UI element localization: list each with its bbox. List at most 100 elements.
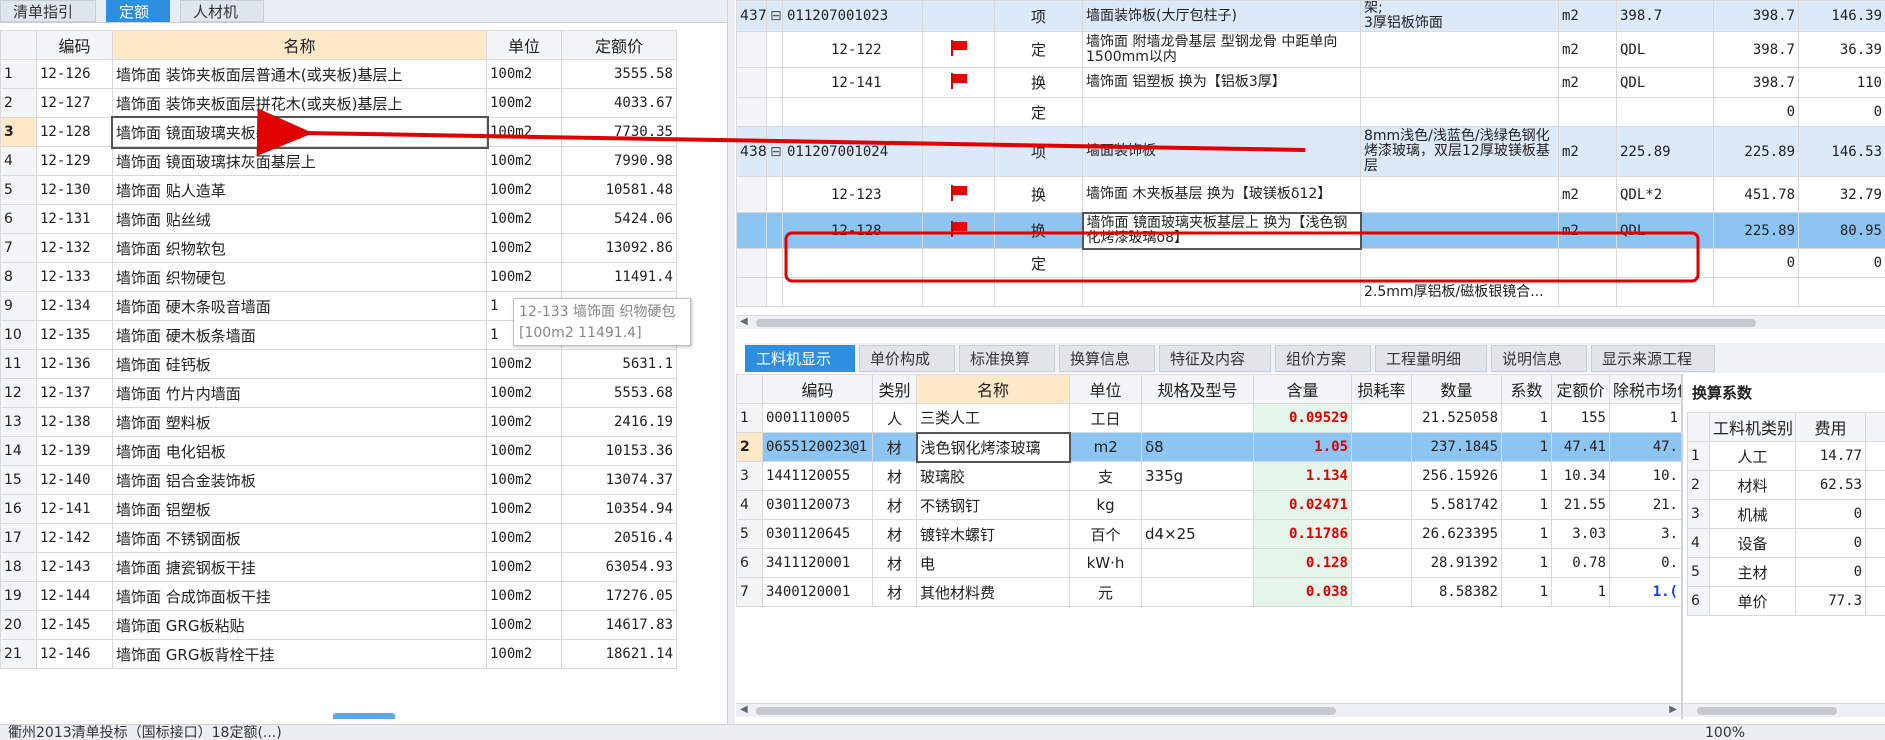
quota-row[interactable]: 15 12-140 墙饰面 铝合金装饰板 100m2 13074.37: [0, 465, 677, 495]
tab-pricing-scheme[interactable]: 组价方案: [1275, 345, 1371, 372]
row-number[interactable]: 2: [736, 432, 763, 462]
row-number[interactable]: 12: [0, 378, 37, 408]
row-number[interactable]: 1: [0, 59, 37, 89]
mat-market-price[interactable]: 1.(: [1609, 577, 1682, 607]
quota-row[interactable]: 14 12-139 墙饰面 电化铝板 100m2 10153.36: [0, 436, 677, 466]
splitter-handle[interactable]: [333, 713, 395, 719]
quota-row[interactable]: 6 12-131 墙饰面 贴丝绒 100m2 5424.06: [0, 204, 677, 234]
material-row[interactable]: 2 0655120023@1 材浅色钢化烤漆玻璃 m2 δ8 1.05 237.1845 1 4…: [736, 431, 1682, 463]
row-number[interactable]: 16: [0, 494, 37, 524]
coef-scroll-thumb[interactable]: [1697, 707, 1837, 715]
row-number[interactable]: 3: [0, 117, 37, 147]
mat-market-price[interactable]: 0.: [1609, 548, 1682, 578]
quota-row[interactable]: 1 12-126 墙饰面 装饰夹板面层普通木(或夹板)基层上 100m2 3555.58: [0, 59, 677, 89]
quota-row[interactable]: 18 12-143 墙饰面 搪瓷钢板干挂 100m2 63054.93: [0, 552, 677, 582]
tab-source-project[interactable]: 显示来源工程: [1591, 345, 1715, 372]
bill-quota-row[interactable]: 12-128 换墙饰面 镜面玻璃夹板基层上 换为【浅色钢化烤漆玻璃δ8】 m2 QDL…: [736, 211, 1885, 250]
bill-seq[interactable]: [736, 31, 767, 68]
status-zoom[interactable]: 100%: [1705, 725, 1745, 740]
quota-row[interactable]: 5 12-130 墙饰面 贴人造革 100m2 10581.48: [0, 175, 677, 205]
expand-toggle-icon[interactable]: ⊟: [766, 126, 783, 177]
row-number[interactable]: 6: [736, 548, 763, 578]
mat-col-spec[interactable]: 规格及型号: [1141, 374, 1254, 404]
mat-col-price[interactable]: 定额价: [1551, 374, 1610, 404]
row-number[interactable]: 6: [0, 204, 37, 234]
bill-seq[interactable]: [736, 67, 767, 98]
bill-seq[interactable]: [736, 248, 767, 278]
quota-row[interactable]: 16 12-141 墙饰面 铝塑板 100m2 10354.94: [0, 494, 677, 524]
col-unit[interactable]: 单位: [486, 30, 562, 60]
tab-notes[interactable]: 说明信息: [1491, 345, 1587, 372]
tab-quota[interactable]: 定额: [106, 0, 170, 22]
bill-item-row[interactable]: 438 ⊟ 011207001024 项墙面装饰板 8mm浅色/浅蓝色/浅绿色钢化烤漆玻…: [736, 126, 1885, 177]
material-row[interactable]: 5 0301120645 材镀锌木螺钉 百个 d4×25 0.11786 26.623395…: [736, 519, 1682, 549]
row-number[interactable]: 15: [0, 465, 37, 495]
row-number[interactable]: 14: [0, 436, 37, 466]
coef-row[interactable]: 6 单价 77.3: [1687, 586, 1885, 616]
mat-col-market[interactable]: 除税市场价: [1609, 374, 1682, 404]
quota-row[interactable]: 2 12-127 墙饰面 装饰夹板面层拼花木(或夹板)基层上 100m2 4033.67: [0, 88, 677, 118]
row-number[interactable]: 19: [0, 581, 37, 611]
col-code[interactable]: 编码: [36, 30, 113, 60]
row-number[interactable]: 5: [0, 175, 37, 205]
tab-labor-material[interactable]: 人材机: [180, 0, 264, 22]
mat-content[interactable]: 1.134: [1253, 461, 1352, 491]
coef-row[interactable]: 1 人工 14.77: [1687, 441, 1885, 471]
mat-content[interactable]: 0.02471: [1253, 490, 1352, 520]
row-number[interactable]: 20: [0, 610, 37, 640]
row-number[interactable]: 3: [736, 461, 763, 491]
coef-row[interactable]: 5 主材 0: [1687, 557, 1885, 587]
bill-quota-row[interactable]: 2.5mm厚铝板/磁板银镜合...: [736, 277, 1885, 307]
row-number[interactable]: 17: [0, 523, 37, 553]
tab-std-conversion[interactable]: 标准换算: [959, 345, 1055, 372]
mat-content[interactable]: 0.038: [1253, 577, 1352, 607]
material-row[interactable]: 3 1441120055 材玻璃胶支 335g 1.134 256.15926 1 10.34…: [736, 461, 1682, 491]
row-number[interactable]: 9: [0, 291, 37, 321]
bill-seq[interactable]: [736, 277, 767, 307]
quota-row[interactable]: 19 12-144 墙饰面 合成饰面板干挂 100m2 17276.05: [0, 581, 677, 611]
bill-quota-row[interactable]: 12-141 换墙饰面 铝塑板 换为【铝板3厚】 m2 QDL 398.7 110: [736, 67, 1885, 98]
mat-market-price[interactable]: 10.: [1609, 461, 1682, 491]
material-row[interactable]: 4 0301120073 材不锈钢钉 kg 0.02471 5.581742 1 21.55 2…: [736, 490, 1682, 520]
row-number[interactable]: 10: [0, 320, 37, 350]
bill-quota-row[interactable]: 12-123 换墙饰面 木夹板基层 换为【玻镁板δ12】 m2 QDL*2 451.78…: [736, 176, 1885, 213]
scroll-thumb[interactable]: [756, 319, 1756, 327]
quota-row[interactable]: 3 12-128 墙饰面 镜面玻璃夹板基层上 100m2 7730.35: [0, 115, 677, 149]
material-row[interactable]: 6 3411120001 材电 kW·h 0.128 28.91392 1 0.78 0.: [736, 548, 1682, 578]
mat-col-coef[interactable]: 系数: [1501, 374, 1552, 404]
row-number[interactable]: 4: [0, 146, 37, 176]
coef-col-cat[interactable]: 工料机类别: [1709, 412, 1796, 442]
tab-features[interactable]: 特征及内容: [1159, 345, 1271, 372]
mat-scroll-left-arrow[interactable]: ◀: [740, 704, 748, 715]
tab-conversion-info[interactable]: 换算信息: [1059, 345, 1155, 372]
mat-market-price[interactable]: 47.: [1609, 432, 1682, 462]
mat-col-code[interactable]: 编码: [762, 374, 873, 404]
mat-content[interactable]: 0.128: [1253, 548, 1352, 578]
mat-content[interactable]: 0.11786: [1253, 519, 1352, 549]
row-number[interactable]: 11: [0, 349, 37, 379]
bill-item-row[interactable]: 437 ⊟ 011207001023 项墙面装饰板(大厅包柱子) 架; 3厚铝板饰面 m2…: [736, 0, 1885, 32]
mat-col-content[interactable]: 含量: [1253, 374, 1352, 404]
mat-col-qty[interactable]: 数量: [1411, 374, 1502, 404]
quota-row[interactable]: 8 12-133 墙饰面 织物硬包 100m2 11491.4: [0, 262, 677, 292]
col-name[interactable]: 名称: [112, 30, 487, 60]
quota-row[interactable]: 12 12-137 墙饰面 竹片内墙面 100m2 5553.68: [0, 378, 677, 408]
bill-seq[interactable]: [736, 176, 767, 213]
row-number[interactable]: 13: [0, 407, 37, 437]
mat-scroll-thumb[interactable]: [756, 707, 1336, 715]
bill-seq[interactable]: 437: [736, 0, 767, 32]
bill-h-scrollbar[interactable]: ◀: [736, 315, 1885, 329]
material-h-scrollbar[interactable]: ◀ ▶: [736, 703, 1681, 717]
vertical-splitter[interactable]: [727, 0, 735, 724]
expand-toggle-icon[interactable]: ⊟: [766, 0, 783, 32]
material-row[interactable]: 1 0001110005 人三类人工 工日 0.09529 21.525058 1 155 1: [736, 403, 1682, 433]
tab-labor-display[interactable]: 工料机显示: [745, 345, 855, 372]
quota-row[interactable]: 11 12-136 墙饰面 硅钙板 100m2 5631.1: [0, 349, 677, 379]
quota-row[interactable]: 21 12-146 墙饰面 GRG板背栓干挂 100m2 18621.14: [0, 639, 677, 669]
mat-market-price[interactable]: 21.: [1609, 490, 1682, 520]
coef-row[interactable]: 4 设备 0: [1687, 528, 1885, 558]
quota-row[interactable]: 20 12-145 墙饰面 GRG板粘贴 100m2 14617.83: [0, 610, 677, 640]
mat-col-name[interactable]: 名称: [916, 374, 1070, 404]
scroll-left-arrow[interactable]: ◀: [740, 316, 748, 327]
tab-quantity-detail[interactable]: 工程量明细: [1375, 345, 1487, 372]
